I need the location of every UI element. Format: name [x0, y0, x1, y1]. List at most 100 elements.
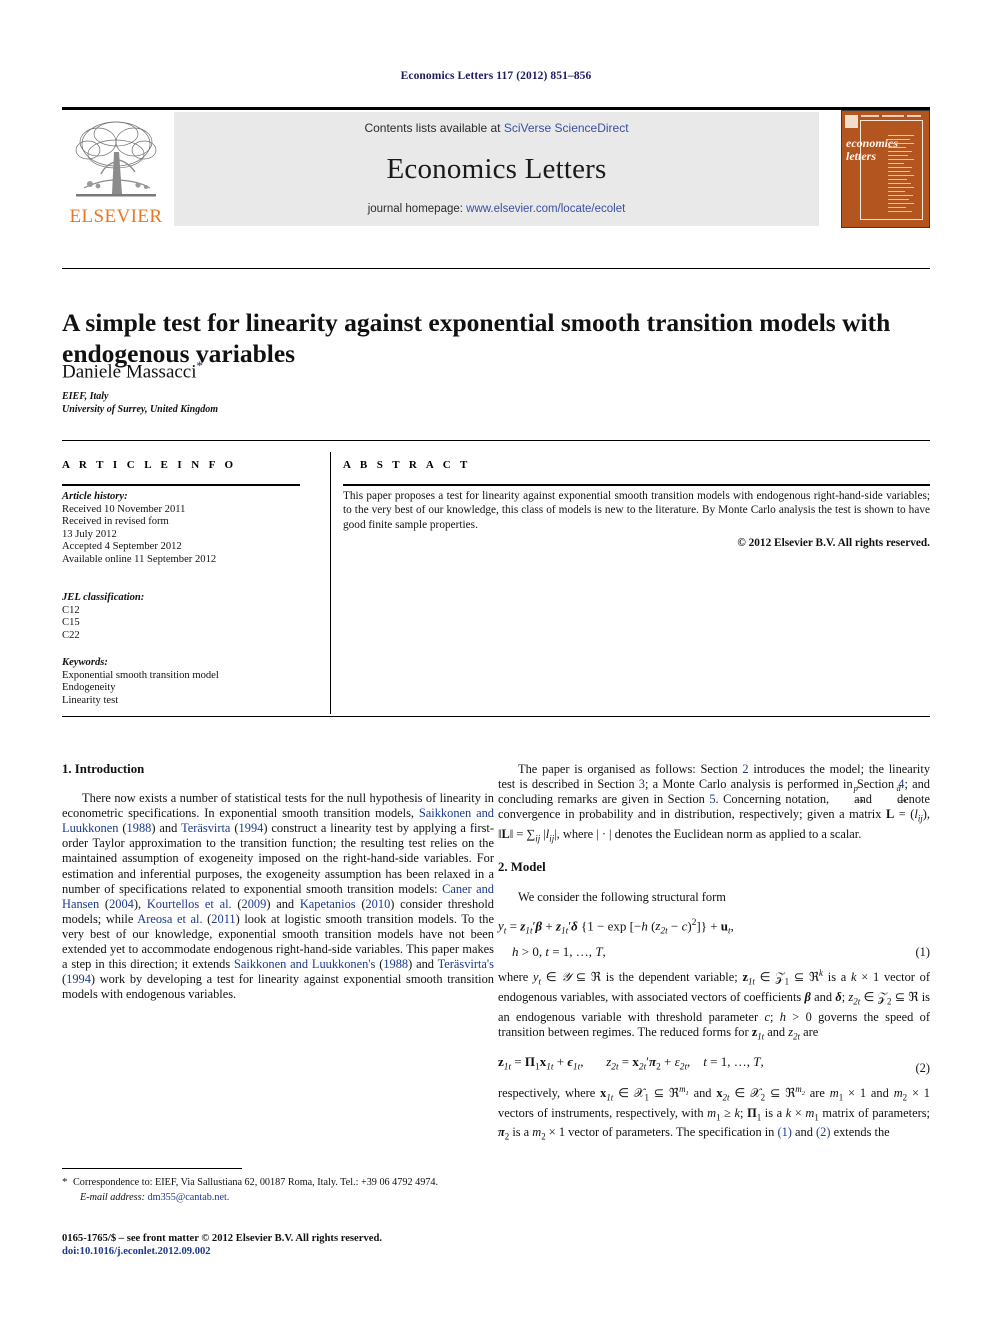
citation-link[interactable]: Areosa et al. [137, 912, 202, 926]
txt: vectors of instruments, respectively, wi… [498, 1105, 708, 1120]
body-column-left: 1. Introduction There now exists a numbe… [62, 762, 494, 1002]
txt: extends the [830, 1125, 890, 1140]
txt: . Concerning notation, [715, 792, 834, 807]
citation-link[interactable]: Kourtellos et al. [147, 897, 232, 911]
equation-link-2[interactable]: (2) [816, 1125, 830, 1139]
txt: ; a Monte Carlo analysis is performed in… [644, 777, 899, 792]
email-link[interactable]: dm355@cantab.net. [148, 1192, 230, 1203]
equation-2: z1t = Π1x1t + ϵ1t, z2t = x2t′π2 + ε2t, t… [498, 1052, 930, 1078]
citation-link[interactable]: 2010 [365, 897, 390, 911]
txt: ) work by developing a test for linearit… [62, 972, 494, 1002]
correspondence-note: * Correspondence to: EIEF, Via Sallustia… [62, 1176, 494, 1190]
txt: ) and [151, 821, 182, 836]
keyword-item: Linearity test [62, 694, 119, 706]
cover-toc-decoration [888, 135, 916, 215]
txt: ( [230, 821, 239, 836]
doi-link[interactable]: doi:10.1016/j.econlet.2012.09.002 [62, 1245, 522, 1258]
txt: ) and [408, 957, 438, 972]
keywords-block: Keywords: Exponential smooth transition … [62, 657, 312, 707]
citation-link[interactable]: 2004 [109, 897, 134, 911]
article-history-item: Received 10 November 2011 [62, 503, 186, 515]
txt: ( [231, 896, 242, 911]
model-lead-paragraph: We consider the following structural for… [518, 889, 726, 904]
article-history-block: Article history: Received 10 November 20… [62, 491, 312, 567]
journal-homepage-link[interactable]: www.elsevier.com/locate/ecolet [466, 203, 625, 215]
journal-homepage-line: journal homepage: www.elsevier.com/locat… [174, 203, 819, 215]
txt: where [498, 969, 534, 984]
citation-link[interactable]: 1988 [127, 821, 152, 835]
article-history-item: Available online 11 September 2012 [62, 553, 217, 565]
citation-link[interactable]: Teräsvirta's [438, 957, 494, 971]
txt: ) and [266, 896, 300, 911]
body-column-right: The paper is organised as follows: Secti… [498, 762, 930, 1145]
txt: vector of parameters. The specification … [565, 1125, 778, 1140]
email-note: E-mail address: dm355@cantab.net. [62, 1192, 494, 1205]
info-section-top-rule [62, 440, 930, 441]
elsevier-wordmark: ELSEVIER [69, 206, 163, 227]
info-abstract-divider [330, 452, 331, 714]
cover-top-text-decoration [861, 115, 925, 119]
equation-1-line-2: h > 0, t = 1, …, T, [512, 943, 606, 959]
citation-link[interactable]: Kapetanios [300, 897, 356, 911]
title-top-rule [62, 268, 930, 269]
cover-title-line-2: letters [846, 149, 876, 163]
journal-masthead: ELSEVIER Contents lists available at Sci… [62, 110, 930, 228]
abstract-underline [343, 484, 930, 486]
jel-code: C15 [62, 617, 80, 629]
txt: ( [99, 896, 110, 911]
running-head: Economics Letters 117 (2012) 851–856 [400, 70, 592, 82]
footnote-block: * Correspondence to: EIEF, Via Sallustia… [62, 1176, 494, 1204]
txt: ( [118, 821, 127, 836]
elsevier-tree-icon [68, 116, 164, 204]
sciencedirect-link[interactable]: SciVerse ScienceDirect [504, 121, 629, 135]
citation-link[interactable]: Teräsvirta [181, 821, 230, 835]
journal-cover-thumbnail: economics letters [841, 110, 930, 228]
txt: ( [202, 911, 212, 926]
author-name: Daniele Massacci* [62, 358, 203, 383]
txt: and [791, 1125, 817, 1140]
issn-line: 0165-1765/$ – see front matter © 2012 El… [62, 1233, 382, 1244]
footnote-separator-rule [62, 1168, 242, 1169]
equation-link-1[interactable]: (1) [777, 1125, 791, 1139]
affiliation-1: EIEF, Italy [62, 391, 109, 402]
article-info-heading: A R T I C L E I N F O [62, 459, 237, 471]
citation-link[interactable]: 2011 [211, 912, 235, 926]
elsevier-logo: ELSEVIER [62, 112, 170, 228]
journal-title: Economics Letters [386, 153, 607, 185]
txt: are [800, 1024, 819, 1039]
abstract-heading: A B S T R A C T [343, 459, 471, 471]
jel-code: C22 [62, 629, 80, 641]
affiliation-2: University of Surrey, United Kingdom [62, 403, 219, 415]
citation-link[interactable]: Saikkonen and Luukkonen's [234, 957, 375, 971]
contents-prefix: Contents lists available at [364, 121, 504, 135]
txt: is the dependent variable; [601, 969, 743, 984]
equation-1-line-1: yt = z1t′β + z1t′δ {1 − exp [−h (z2t − c… [498, 917, 734, 937]
txt: matrix of parameters; [818, 1105, 931, 1120]
equation-1: yt = z1t′β + z1t′δ {1 − exp [−h (z2t − c… [498, 913, 930, 962]
citation-link[interactable]: 1994 [239, 821, 264, 835]
jel-classification-block: JEL classification: C12 C15 C22 [62, 592, 312, 642]
equation-2-number: (2) [915, 1061, 930, 1076]
journal-band: Contents lists available at SciVerse Sci… [174, 112, 819, 226]
citation-link[interactable]: 1988 [383, 957, 408, 971]
jel-label: JEL classification: [62, 592, 145, 603]
equation-2-line-1: z1t = Π1x1t + ϵ1t, z2t = x2t′π2 + ε2t, t… [498, 1054, 764, 1074]
model-description-paragraph-1: where yt ∈ 𝒴 ⊆ ℜ is the dependent variab… [498, 967, 930, 1042]
organisation-paragraph: The paper is organised as follows: Secti… [498, 762, 931, 844]
citation-link[interactable]: 2009 [242, 897, 267, 911]
author-name-text: Daniele Massacci [62, 361, 197, 383]
email-label: E-mail address: [80, 1191, 145, 1203]
article-history-item: 13 July 2012 [62, 528, 117, 540]
keywords-label: Keywords: [62, 657, 108, 668]
jel-code: C12 [62, 604, 80, 616]
author-footnote-marker[interactable]: * [197, 358, 204, 373]
article-history-item: Received in revised form [62, 516, 169, 528]
author-affiliations: EIEF, Italy University of Surrey, United… [62, 391, 218, 416]
journal-article-page: Economics Letters 117 (2012) 851–856 ELS… [0, 0, 992, 1323]
correspondence-text: Correspondence to: EIEF, Via Sallustiana… [73, 1177, 439, 1188]
convergence-in-distribution-symbol: d → [896, 783, 909, 807]
citation-link[interactable]: 1994 [66, 972, 91, 986]
cover-elsevier-mark-icon [845, 115, 858, 128]
txt: is a [823, 969, 852, 984]
abstract-text: This paper proposes a test for linearity… [343, 490, 930, 531]
